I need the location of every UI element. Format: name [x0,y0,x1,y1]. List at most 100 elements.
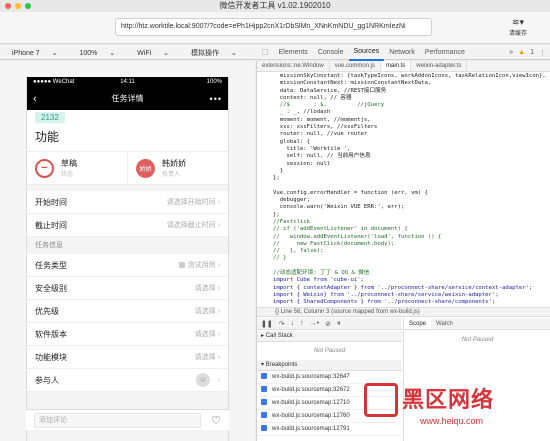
devtools-tabs: ⬚ Elements Console Sources Network Perfo… [257,44,470,61]
step-icon[interactable]: →• [310,320,319,327]
row-value: 请选择 [194,354,216,361]
checkbox-icon[interactable] [261,386,267,393]
due-time-row[interactable]: 截止时间 请选择截止时间 › [27,214,228,237]
maximize-window-icon[interactable] [25,3,31,9]
pause-icon[interactable]: ❚❚ [261,320,273,328]
checkbox-icon[interactable] [261,425,267,432]
source-status: {} Line 56, Column 3 (source mapped from… [257,307,550,317]
step-into-icon[interactable]: ↓ [291,320,295,327]
more-tabs-icon[interactable]: » [509,49,513,56]
code-line[interactable]: //动态适配环境: 丁丁 & QQ & 微信 [273,270,550,277]
chevron-right-icon: › [217,376,220,384]
checkbox-icon[interactable] [261,373,267,380]
file-tab[interactable]: weixin-adapter.ts [411,61,468,71]
row-value: 请选择截止时间 [166,222,216,229]
back-icon[interactable]: ‹ [33,88,37,110]
deactivate-breakpoints-icon[interactable]: ⊘ [325,320,331,328]
code-line[interactable]: import Cube from 'cube-ui'; [273,277,550,284]
owner-cell[interactable]: 娇娇 韩娇娇 负责人 [127,152,228,184]
more-icon[interactable]: ••• [210,88,222,110]
devtools-menu-icon[interactable]: ⋮ [539,49,546,57]
code-line[interactable]: Vue.config.errorHandler = function (err,… [273,190,550,197]
window-title: 微信开发者工具 v1.02.1902010 [219,1,331,10]
code-line[interactable]: //Fastclick [273,219,550,226]
call-stack-header[interactable]: ▸ Call Stack [257,331,402,342]
row-label: 软件版本 [35,329,67,339]
owner-sub: 负责人 [162,172,181,178]
mode-select[interactable]: 模拟操作 ⌄ [185,48,237,58]
code-line[interactable]: data: DataService, //REST接口服务 [273,88,550,95]
row-label: 参与人 [35,375,59,385]
code-line[interactable]: // new FastClick(document.body); [273,241,550,248]
task-type-row[interactable]: 任务类型 测试用例 › [27,254,228,277]
code-line[interactable]: import { Weixin} from '../proconnect-sha… [273,292,550,299]
tab-network[interactable]: Network [384,45,420,60]
code-line[interactable]: //$ : $, //jQuery [273,102,550,109]
file-tab[interactable]: vue.common.js [330,61,382,71]
device-select[interactable]: iPhone 7 ⌄ [6,49,57,57]
minimize-window-icon[interactable] [15,3,21,9]
participants-row[interactable]: 参与人 ☺ › [27,369,228,392]
tab-elements[interactable]: Elements [274,45,313,60]
warning-icon[interactable]: ▲ [518,49,525,56]
code-line[interactable]: // } [273,255,550,262]
code-line[interactable]: }; [273,212,550,219]
priority-row[interactable]: 优先级 请选择 › [27,300,228,323]
close-window-icon[interactable] [5,3,11,9]
code-line[interactable]: context: null, // 容器 [273,95,550,102]
file-tab-active[interactable]: main.ts [381,61,412,71]
code-line[interactable]: // }, false); [273,248,550,255]
clear-cache-label: 清缓存 [508,31,527,37]
code-line[interactable]: console.warn('Weixin VUE ERR:', err); [273,204,550,211]
network-select[interactable]: WiFi ⌄ [131,49,169,57]
code-line[interactable]: debugger; [273,197,550,204]
tab-sources[interactable]: Sources [348,44,385,61]
tab-console[interactable]: Console [313,45,349,60]
code-line[interactable]: router: null, //vue router [273,131,550,138]
heart-icon[interactable]: ♡ [201,414,221,427]
code-line[interactable]: session: null [273,161,550,168]
window-controls[interactable] [5,3,31,9]
code-line[interactable]: import { contextAdapter } from '../proco… [273,285,550,292]
code-line[interactable]: _ : _, //lodash [273,109,550,116]
comment-input[interactable]: 添加评论 [34,412,201,428]
inspect-icon[interactable]: ⬚ [257,45,274,60]
code-line[interactable]: self: null, // 当前用户信息 [273,153,550,160]
tab-watch[interactable]: Watch [431,318,458,329]
code-line[interactable]: import { SharedComponents } from '../pro… [273,299,550,306]
code-line[interactable]: global: { [273,139,550,146]
zoom-select[interactable]: 100% ⌄ [73,49,115,57]
code-line[interactable]: } [273,168,550,175]
code-editor[interactable]: missionSkyConstant: {taskTypeIcons, work… [257,73,550,307]
code-line[interactable]: missionConstantNext: missionConstantNext… [273,80,550,87]
code-line[interactable]: // if ('addEventListener' in document) { [273,226,550,233]
checkbox-icon[interactable] [261,412,267,419]
task-title[interactable]: 功能 [35,128,220,145]
code-line[interactable]: }; [273,175,550,182]
step-out-icon[interactable]: ↑ [300,320,304,327]
code-line[interactable] [273,263,550,270]
url-bar[interactable]: http://htz.worktile.local:9007/?code=ePh… [115,18,432,36]
checkbox-icon[interactable] [261,399,267,406]
row-value: 请选择 [194,331,216,338]
code-line[interactable]: xss: xssFilters, //xssFilters [273,124,550,131]
step-over-icon[interactable]: ↷ [279,320,285,328]
code-line[interactable]: missionSkyConstant: {taskTypeIcons, work… [273,73,550,80]
file-tab[interactable]: extensions::ne.Window [257,61,330,71]
module-row[interactable]: 功能模块 请选择 › [27,346,228,369]
breakpoints-header[interactable]: ▾ Breakpoints [257,360,402,371]
software-version-row[interactable]: 软件版本 请选择 › [27,323,228,346]
status-cell[interactable]: − 草稿 状态 [27,152,127,184]
status-minus-icon: − [35,158,54,178]
clear-cache-button[interactable]: ≋▾ 清缓存 [500,16,536,37]
main-toolbar: http://htz.worktile.local:9007/?code=ePh… [0,12,550,44]
code-line[interactable] [273,182,550,189]
debugger-controls: ❚❚ ↷ ↓ ↑ →• ⊘ ⏸ [257,318,402,330]
start-time-row[interactable]: 开始时间 请选择开始时间 › [27,191,228,214]
tab-scope[interactable]: Scope [404,318,432,329]
pause-on-exceptions-icon[interactable]: ⏸ [337,320,341,328]
security-level-row[interactable]: 安全级别 请选择 › [27,277,228,300]
code-line[interactable]: moment: moment, //momentjs, [273,117,550,124]
code-line[interactable]: // window.addEventListener('load', funct… [273,234,550,241]
tab-performance[interactable]: Performance [420,45,470,60]
